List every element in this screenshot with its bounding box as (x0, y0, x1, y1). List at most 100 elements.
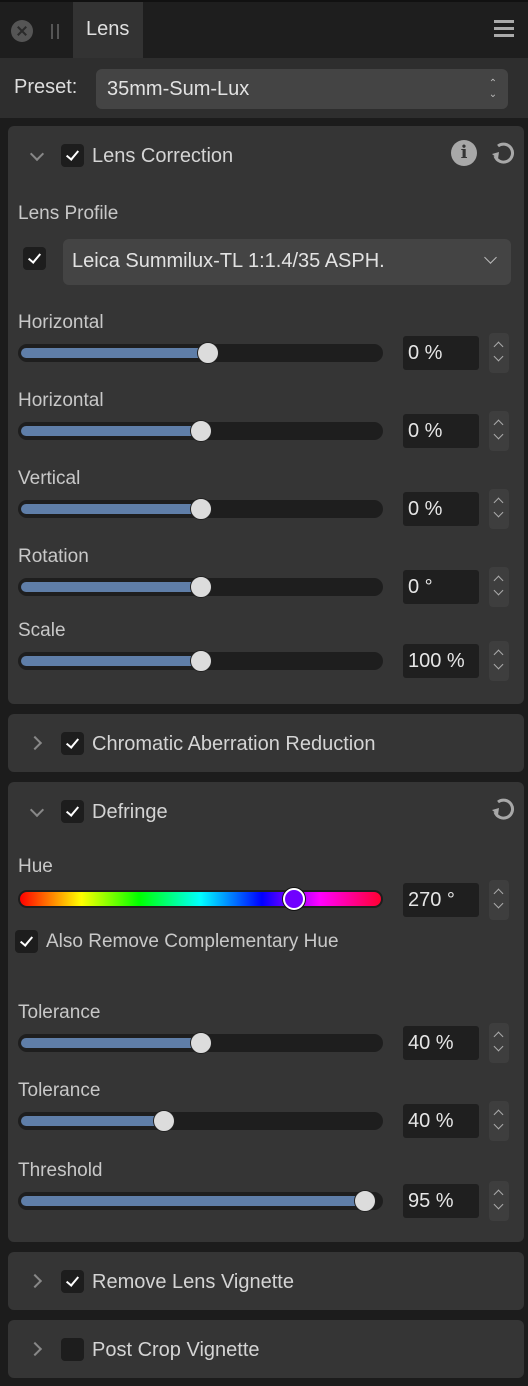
stepper-down-icon[interactable] (493, 507, 504, 518)
horizontal-value-field[interactable]: 0 % (403, 414, 479, 448)
preset-value: 35mm-Sum-Lux (107, 78, 250, 100)
stepper-up-icon[interactable] (493, 888, 504, 899)
radius-value: 40 % (408, 1032, 454, 1054)
radius-slider-thumb[interactable] (189, 1032, 212, 1054)
stepper-down-icon[interactable] (493, 898, 504, 909)
tab-lens-label: Lens (86, 18, 130, 40)
lens-profile-checkbox[interactable] (23, 247, 46, 270)
vertical-value-field[interactable]: 0 % (403, 492, 479, 526)
stepper-down-icon[interactable] (493, 429, 504, 440)
lens-correction-checkbox[interactable] (61, 144, 84, 167)
expand-chevron-icon[interactable] (28, 1272, 48, 1292)
vertical-slider[interactable] (18, 498, 383, 520)
vertical-slider-thumb[interactable] (189, 498, 212, 520)
tolerance-slider-fill (21, 1116, 164, 1126)
scale-value: 100 % (408, 650, 465, 672)
up-down-chevron-icon: ⌃ ⌄ (488, 78, 498, 100)
close-icon[interactable] (11, 20, 33, 42)
vertical-value: 0 % (408, 498, 443, 520)
rotation-value: 0 ° (408, 576, 433, 598)
lens-profile-select[interactable]: Leica Summilux-TL 1:1.4/35 ASPH. (63, 239, 511, 285)
tolerance-value-field[interactable]: 40 % (403, 1104, 479, 1138)
stepper-down-icon[interactable] (493, 1041, 504, 1052)
radius-value-field[interactable]: 40 % (403, 1026, 479, 1060)
stepper-down-icon[interactable] (493, 1199, 504, 1210)
distortion-slider[interactable] (18, 342, 383, 364)
drag-grip-icon[interactable] (51, 24, 59, 39)
reset-icon[interactable] (490, 796, 516, 822)
chromatic-aberration-panel: Chromatic Aberration Reduction (8, 714, 524, 772)
horizontal-slider-thumb[interactable] (189, 420, 212, 442)
tab-lens[interactable]: Lens (73, 2, 143, 60)
stepper-up-icon[interactable] (493, 649, 504, 660)
scale-value-field[interactable]: 100 % (403, 644, 479, 678)
stepper-down-icon[interactable] (493, 585, 504, 596)
collapse-chevron-icon[interactable] (28, 804, 48, 824)
collapse-chevron-icon[interactable] (28, 148, 48, 168)
preset-label: Preset: (14, 76, 78, 98)
rotation-slider[interactable] (18, 576, 383, 598)
rotation-stepper[interactable] (489, 567, 509, 607)
hue-label: Hue (18, 856, 53, 877)
rotation-value-field[interactable]: 0 ° (403, 570, 479, 604)
rotation-label: Rotation (18, 546, 89, 567)
stepper-up-icon[interactable] (493, 1189, 504, 1200)
defringe-checkbox[interactable] (61, 800, 84, 823)
horizontal-slider[interactable] (18, 420, 383, 442)
vertical-label: Vertical (18, 468, 81, 489)
vertical-stepper[interactable] (489, 489, 509, 529)
complementary-hue-checkbox[interactable] (15, 930, 38, 953)
distortion-slider-thumb[interactable] (196, 342, 219, 364)
radius-slider[interactable] (18, 1032, 383, 1054)
stepper-up-icon[interactable] (493, 341, 504, 352)
rotation-slider-thumb[interactable] (189, 576, 212, 598)
horizontal-stepper[interactable] (489, 411, 509, 451)
scale-slider-thumb[interactable] (189, 650, 212, 672)
radius-stepper[interactable] (489, 1023, 509, 1063)
chevron-down-icon (484, 251, 497, 264)
threshold-value: 95 % (408, 1190, 454, 1212)
hue-slider[interactable] (18, 888, 383, 910)
scale-slider-fill (21, 656, 201, 666)
horizontal-value: 0 % (408, 420, 443, 442)
threshold-stepper[interactable] (489, 1181, 509, 1221)
remove-lens-vignette-title: Remove Lens Vignette (92, 1271, 294, 1293)
horizontal-slider-fill (21, 426, 201, 436)
stepper-up-icon[interactable] (493, 419, 504, 430)
threshold-value-field[interactable]: 95 % (403, 1184, 479, 1218)
threshold-slider-thumb[interactable] (353, 1190, 376, 1212)
hue-stepper[interactable] (489, 880, 509, 920)
stepper-up-icon[interactable] (493, 575, 504, 586)
threshold-slider[interactable] (18, 1190, 383, 1212)
remove-lens-vignette-checkbox[interactable] (61, 1270, 84, 1293)
chromatic-aberration-checkbox[interactable] (61, 732, 84, 755)
expand-chevron-icon[interactable] (28, 734, 48, 754)
scale-stepper[interactable] (489, 641, 509, 681)
stepper-down-icon[interactable] (493, 659, 504, 670)
threshold-slider-fill (21, 1196, 365, 1206)
post-crop-vignette-panel: Post Crop Vignette (8, 1320, 524, 1378)
info-icon[interactable]: i (451, 140, 477, 166)
hamburger-menu-icon[interactable] (494, 20, 514, 40)
hue-value-field[interactable]: 270 ° (403, 883, 479, 917)
scale-slider[interactable] (18, 650, 383, 672)
expand-chevron-icon[interactable] (28, 1340, 48, 1360)
distortion-label: Horizontal (18, 312, 104, 333)
stepper-up-icon[interactable] (493, 497, 504, 508)
hue-slider-thumb[interactable] (282, 888, 305, 910)
defringe-title: Defringe (92, 801, 168, 823)
stepper-up-icon[interactable] (493, 1031, 504, 1042)
stepper-up-icon[interactable] (493, 1109, 504, 1120)
tolerance-slider[interactable] (18, 1110, 383, 1132)
distortion-stepper[interactable] (489, 333, 509, 373)
lens-correction-title: Lens Correction (92, 145, 234, 167)
tolerance-stepper[interactable] (489, 1101, 509, 1141)
preset-select[interactable]: 35mm-Sum-Lux ⌃ ⌄ (96, 69, 508, 109)
reset-icon[interactable] (490, 140, 516, 166)
tolerance-slider-thumb[interactable] (153, 1110, 175, 1132)
stepper-down-icon[interactable] (493, 351, 504, 362)
post-crop-vignette-checkbox[interactable] (61, 1338, 84, 1361)
post-crop-vignette-title: Post Crop Vignette (92, 1339, 260, 1361)
stepper-down-icon[interactable] (493, 1119, 504, 1130)
distortion-value-field[interactable]: 0 % (403, 336, 479, 370)
